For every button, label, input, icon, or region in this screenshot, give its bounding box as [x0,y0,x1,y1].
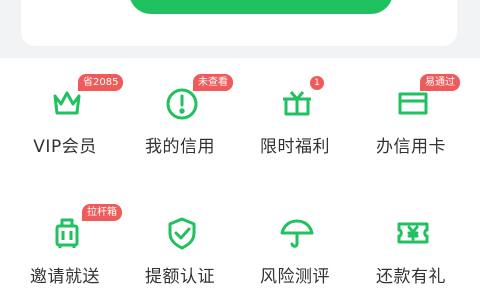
services-grid: 省2085 VIP会员 未查看 我的信用 1 限时福利 易通过 办信用卡 拉杆箱… [0,58,480,300]
grid-item-label: 我的信用 [145,137,215,157]
shield-check-icon [163,214,201,252]
grid-item-label: 提额认证 [145,267,215,287]
grid-item-vip[interactable]: 省2085 VIP会员 [10,58,124,170]
grid-item-credit-card[interactable]: 易通过 办信用卡 [356,58,466,170]
easy-approval-badge: 易通过 [420,74,460,91]
status-badge: 未查看 [193,74,233,91]
grid-item-credit[interactable]: 未查看 我的信用 [125,58,235,170]
grid-item-label: VIP会员 [33,137,97,157]
yen-ticket-icon [394,214,432,252]
gift-icon [278,84,316,122]
grid-item-label: 邀请就送 [30,267,100,287]
gift-badge: 拉杆箱 [82,204,122,221]
umbrella-icon [278,214,316,252]
luggage-icon [48,214,86,252]
grid-item-welfare[interactable]: 1 限时福利 [240,58,350,170]
grid-item-label: 办信用卡 [376,137,446,157]
discount-badge: 省2085 [78,74,124,91]
grid-item-repayment-gift[interactable]: 还款有礼 [356,188,466,300]
grid-item-limit-verify[interactable]: 提额认证 [125,188,235,300]
top-card [21,0,457,46]
grid-item-label: 限时福利 [260,137,330,157]
primary-action-button[interactable] [129,0,393,14]
grid-item-label: 还款有礼 [376,267,446,287]
grid-item-invite[interactable]: 拉杆箱 邀请就送 [10,188,122,300]
notification-count-badge: 1 [310,76,324,90]
grid-item-label: 风险测评 [260,267,330,287]
grid-item-risk-assessment[interactable]: 风险测评 [240,188,350,300]
